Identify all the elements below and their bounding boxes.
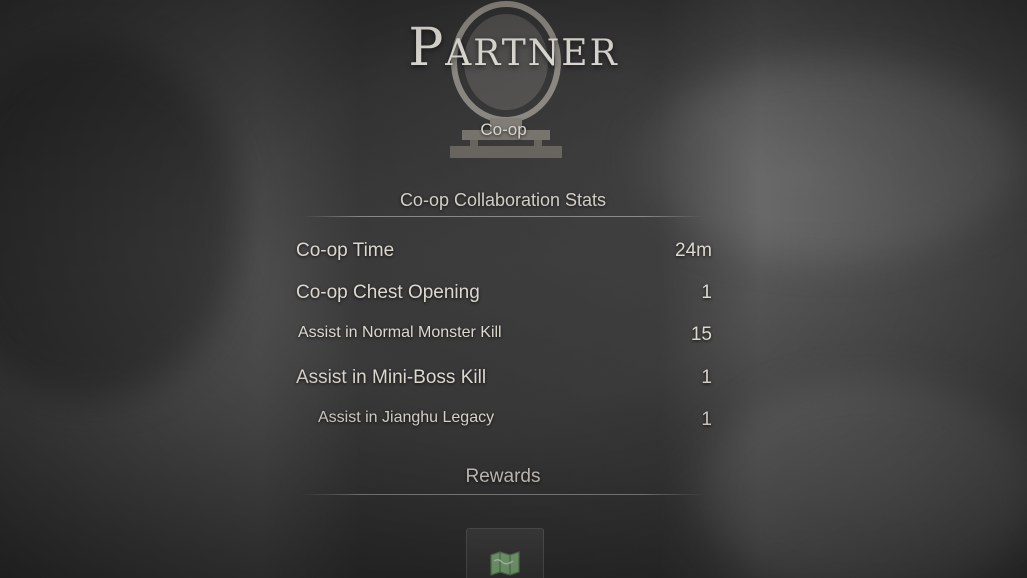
- stat-row-normal-monster-kill: Assist in Normal Monster Kill 15: [296, 324, 712, 350]
- stat-label: Assist in Normal Monster Kill: [298, 324, 502, 341]
- page-title: Partner: [408, 18, 619, 78]
- stat-row-chest-opening: Co-op Chest Opening 1: [296, 282, 712, 308]
- stat-label: Co-op Time: [296, 240, 395, 261]
- stat-label: Assist in Jianghu Legacy: [318, 409, 495, 426]
- stat-row-coop-time: Co-op Time 24m: [296, 240, 712, 266]
- partner-screen: Partner Co-op Co-op Collaboration Stats …: [0, 0, 1027, 578]
- rewards-header: Rewards: [465, 466, 541, 487]
- page-subtitle: Co-op: [480, 120, 527, 139]
- stat-value: 24m: [675, 240, 712, 261]
- stat-value: 15: [690, 324, 712, 345]
- map-scroll-icon: [490, 551, 520, 576]
- stat-value: 1: [701, 367, 712, 388]
- background-shadow: [0, 40, 240, 400]
- stats-header: Co-op Collaboration Stats: [399, 190, 607, 210]
- stat-label: Assist in Mini-Boss Kill: [296, 367, 487, 388]
- stats-divider: [302, 216, 704, 217]
- rewards-divider: [302, 494, 704, 495]
- reward-slot[interactable]: [466, 528, 544, 578]
- stat-value: 1: [701, 282, 712, 303]
- stat-value: 1: [701, 409, 712, 430]
- stat-row-jianghu-legacy: Assist in Jianghu Legacy 1: [296, 409, 712, 435]
- stat-label: Co-op Chest Opening: [296, 282, 480, 303]
- stat-row-mini-boss-kill: Assist in Mini-Boss Kill 1: [296, 367, 712, 393]
